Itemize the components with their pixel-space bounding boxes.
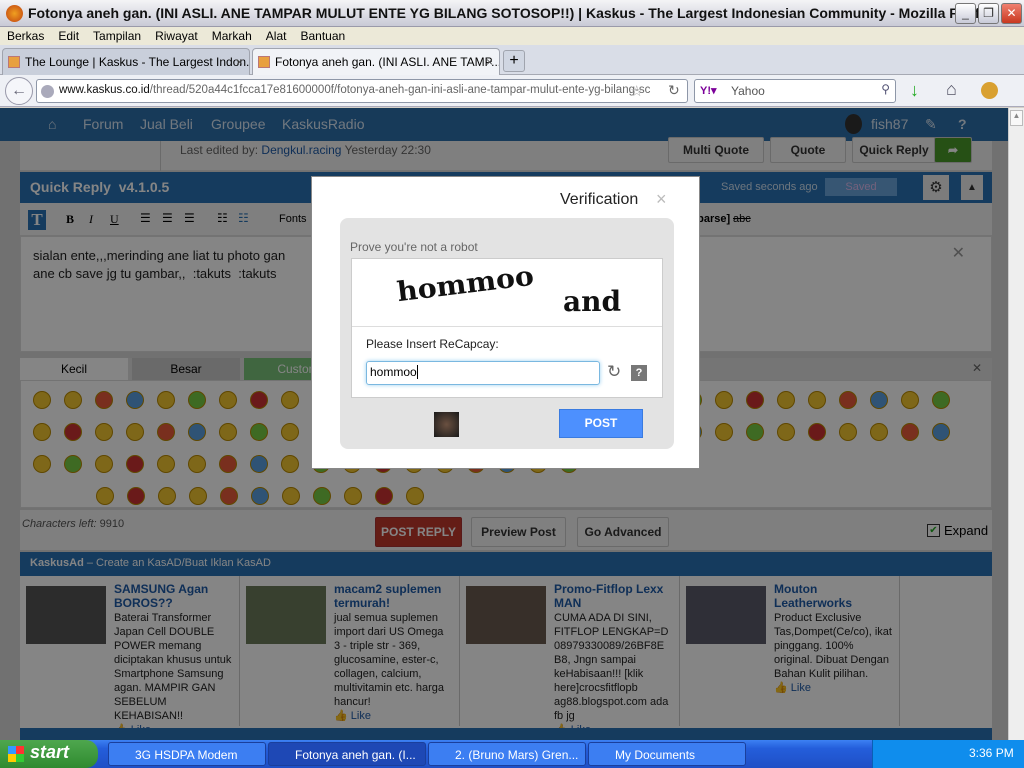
tab-close-icon[interactable]: ×: [236, 55, 243, 69]
bookmark-star-icon[interactable]: ☆: [630, 82, 643, 100]
captcha-help-icon[interactable]: ?: [631, 365, 647, 381]
tab-the-lounge[interactable]: The Lounge | Kaskus - The Largest Indon.…: [2, 48, 250, 75]
menu-tampilan[interactable]: Tampilan: [86, 27, 148, 45]
captcha-label: Please Insert ReCapcay:: [366, 337, 499, 351]
dialog-close-button[interactable]: ×: [656, 189, 667, 210]
verification-dialog: Verification × Prove you're not a robot …: [311, 176, 700, 469]
menu-riwayat[interactable]: Riwayat: [148, 27, 205, 45]
task-bruno-mars[interactable]: 2. (Bruno Mars) Gren...: [428, 742, 586, 766]
menu-markah[interactable]: Markah: [205, 27, 259, 45]
download-icon[interactable]: ↓: [910, 80, 919, 101]
maximize-button[interactable]: ❐: [978, 3, 999, 24]
menu-alat[interactable]: Alat: [259, 27, 294, 45]
start-button[interactable]: start: [0, 740, 98, 768]
url-bar[interactable]: www.kaskus.co.id/thread/520a44c1fcca17e8…: [36, 79, 688, 103]
task-firefox[interactable]: Fotonya aneh gan. (I...: [268, 742, 426, 766]
kaskus-favicon: [8, 56, 20, 68]
yahoo-icon: Y!▾: [700, 85, 717, 97]
back-button[interactable]: ←: [5, 77, 33, 105]
captcha-word-2: and: [563, 285, 622, 318]
tab-label: Fotonya aneh gan. (INI ASLI. ANE TAMP...: [275, 55, 500, 69]
task-3g-modem[interactable]: 3G HSDPA Modem: [108, 742, 266, 766]
captcha-prompt: Prove you're not a robot: [350, 240, 478, 254]
window-title: Fotonya aneh gan. (INI ASLI. ANE TAMPAR …: [28, 5, 996, 21]
menu-edit[interactable]: Edit: [51, 27, 86, 45]
addon-monkey-icon[interactable]: [981, 82, 998, 99]
menu-berkas[interactable]: Berkas: [0, 27, 51, 45]
home-icon[interactable]: ⌂: [946, 79, 957, 100]
scrollbar[interactable]: ▲: [1008, 108, 1024, 740]
clock: 3:36 PM: [969, 746, 1014, 760]
captcha-panel: hommoo and Please Insert ReCapcay: hommo…: [351, 258, 663, 398]
system-tray: 3:36 PM: [872, 740, 1024, 768]
menu-bar: Berkas Edit Tampilan Riwayat Markah Alat Bantu…: [0, 27, 1024, 45]
captcha-image: hommoo and: [352, 259, 662, 327]
captcha-word-1: hommoo: [395, 260, 536, 309]
tab-fotonya-aneh[interactable]: Fotonya aneh gan. (INI ASLI. ANE TAMP...…: [252, 48, 500, 75]
taskbar: start 3G HSDPA Modem Fotonya aneh gan. (…: [0, 740, 1024, 768]
globe-icon: [41, 85, 54, 98]
url-path: /thread/520a44c1fcca17e81600000f/fotonya…: [149, 84, 651, 96]
refresh-captcha-icon[interactable]: ↻: [607, 362, 621, 382]
reload-icon[interactable]: ↻: [668, 82, 680, 99]
close-button[interactable]: ✕: [1001, 3, 1022, 24]
tab-close-icon[interactable]: ×: [486, 55, 493, 69]
task-my-documents[interactable]: My Documents: [588, 742, 746, 766]
search-icon[interactable]: ⚲: [881, 82, 890, 96]
search-box[interactable]: Y!▾ Yahoo ⚲: [694, 79, 896, 103]
new-tab-button[interactable]: +: [503, 50, 525, 72]
captcha-input[interactable]: hommoo: [366, 361, 600, 385]
kaskus-favicon: [258, 56, 270, 68]
tab-label: The Lounge | Kaskus - The Largest Indon.…: [25, 55, 250, 69]
url-host: www.kaskus.co.id: [59, 84, 150, 96]
firefox-icon: [6, 5, 23, 22]
captcha-box: Prove you're not a robot hommoo and Plea…: [340, 218, 674, 449]
post-button[interactable]: POST: [559, 409, 643, 438]
windows-logo-icon: [8, 746, 24, 762]
tab-strip: The Lounge | Kaskus - The Largest Indon.…: [0, 45, 1024, 75]
window-titlebar: Fotonya aneh gan. (INI ASLI. ANE TAMPAR …: [0, 0, 1024, 27]
menu-bantuan[interactable]: Bantuan: [293, 27, 352, 45]
minimize-button[interactable]: _: [955, 3, 976, 24]
dialog-title: Verification: [560, 191, 639, 208]
search-engine: Yahoo: [731, 84, 765, 98]
navigation-toolbar: ← www.kaskus.co.id/thread/520a44c1fcca17…: [0, 75, 1024, 107]
user-avatar: [434, 412, 459, 437]
